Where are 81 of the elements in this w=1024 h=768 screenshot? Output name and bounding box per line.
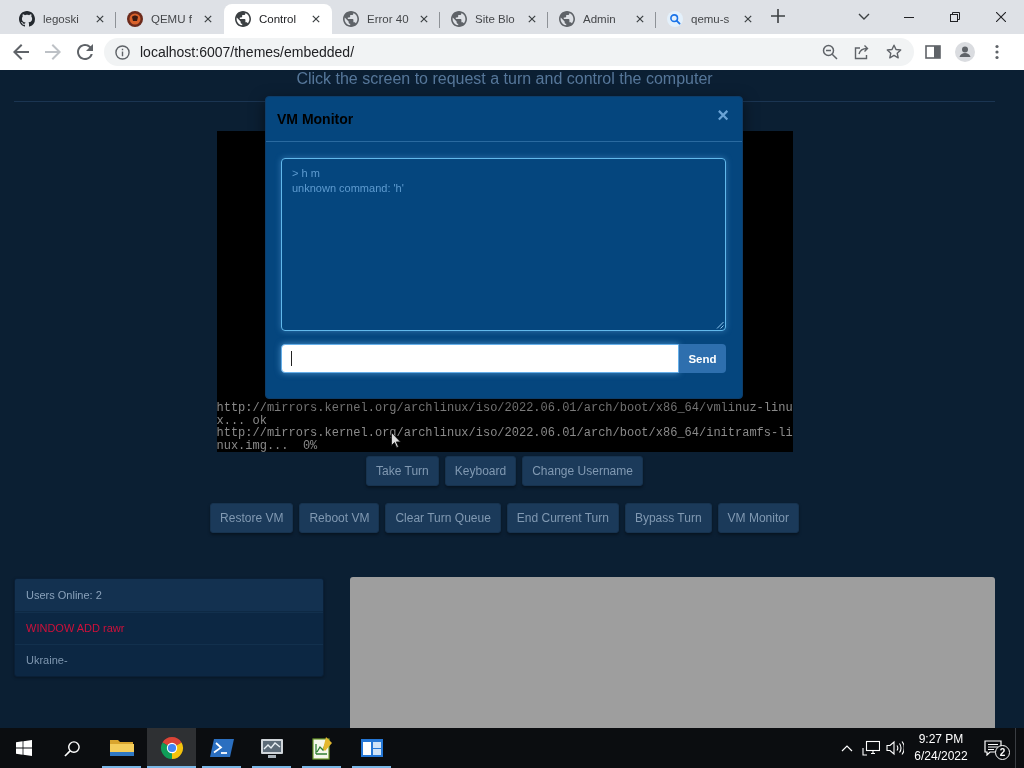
globe-icon <box>235 11 251 27</box>
monitor-log-line: unknown command: 'h' <box>292 181 405 196</box>
speaker-icon <box>886 740 904 756</box>
person-avatar-icon <box>955 42 975 62</box>
browser-tab[interactable]: Site Blo <box>440 4 548 34</box>
close-dialog-button[interactable]: × <box>715 105 731 125</box>
dialog-title: VM Monitor <box>277 111 354 127</box>
globe-icon <box>559 11 575 27</box>
message-bubble-icon <box>984 740 1002 756</box>
browser-tab[interactable]: Error 40 <box>332 4 440 34</box>
user-list-item[interactable]: WINDOW ADD rawr <box>15 612 323 644</box>
command-input[interactable] <box>281 344 679 373</box>
browser-tab[interactable]: Admin <box>548 4 656 34</box>
arrow-right-icon <box>45 44 61 60</box>
network-icon <box>862 740 880 756</box>
browser-tab[interactable]: qemu-s <box>656 4 764 34</box>
share-icon <box>854 44 870 60</box>
terminal-line: http://mirrors.kernel.org/archlinux/iso/2022.06.01/arch/boot/x86_64/vmlinuz-linu <box>216 402 793 415</box>
close-icon <box>312 15 320 23</box>
round-logo-icon <box>127 11 143 27</box>
text-caret-icon <box>291 351 292 366</box>
globe-icon <box>343 11 359 27</box>
browser-icon <box>159 736 184 760</box>
clock-time: 9:27 PM <box>918 731 964 748</box>
admin-button[interactable]: Reboot VM <box>299 503 380 533</box>
notification-count: 2 <box>995 745 1010 760</box>
close-icon <box>420 15 428 23</box>
kebab-menu-icon <box>995 44 999 60</box>
resize-grip-icon[interactable] <box>716 321 724 329</box>
clock-date: 6/24/2022 <box>914 748 968 765</box>
windows-logo-icon <box>16 740 32 756</box>
terminal-line: http://mirrors.kernel.org/archlinux/iso/2022.06.01/arch/boot/x86_64/initramfs-li <box>216 427 793 440</box>
monitor-chart-icon <box>259 737 284 759</box>
admin-button[interactable]: VM Monitor <box>717 503 799 533</box>
vm-control-button[interactable]: Keyboard <box>444 456 517 486</box>
close-icon <box>996 12 1006 22</box>
folder-icon <box>109 738 134 758</box>
close-icon <box>204 15 212 23</box>
minimize-icon <box>904 16 914 18</box>
chart-document-icon <box>310 736 333 760</box>
browser-tab[interactable]: Control <box>224 4 332 34</box>
info-icon <box>115 44 130 60</box>
address-bar[interactable]: localhost:6007/themes/embedded/ <box>104 38 914 66</box>
close-icon <box>96 15 104 23</box>
cat-logo-icon <box>19 11 35 27</box>
monitor-output-field[interactable]: > h m unknown command: 'h' <box>281 158 726 331</box>
vm-control-button[interactable]: Change Username <box>522 456 643 486</box>
window-icon <box>359 738 384 758</box>
restore-icon <box>950 12 960 22</box>
close-icon <box>528 15 536 23</box>
url-text: localhost:6007/themes/embedded/ <box>140 44 356 60</box>
arrow-left-icon <box>13 44 29 60</box>
star-icon <box>886 44 902 60</box>
users-online-header: Users Online: 2 <box>15 579 323 612</box>
plus-icon <box>771 9 785 23</box>
chevron-down-icon <box>858 13 870 21</box>
zoom-out-icon <box>822 44 838 60</box>
notifications-button[interactable]: 2 <box>971 728 1015 768</box>
vm-control-button[interactable]: Take Turn <box>366 456 439 486</box>
globe-icon <box>451 11 467 27</box>
browser-tab[interactable]: QEMU f <box>116 4 224 34</box>
close-icon <box>636 15 644 23</box>
turn-hint-text: Click the screen to request a turn and control the computer <box>295 70 714 88</box>
search-icon <box>667 11 683 27</box>
admin-button[interactable]: Bypass Turn <box>624 503 712 533</box>
taskbar-app-button[interactable] <box>147 728 196 768</box>
search-icon <box>63 739 81 757</box>
admin-button[interactable]: Restore VM <box>210 503 294 533</box>
chevron-up-icon <box>841 744 853 752</box>
terminal-line: x... ok <box>216 414 267 427</box>
reload-icon <box>77 44 93 60</box>
admin-button[interactable]: End Current Turn <box>506 503 619 533</box>
close-icon <box>744 15 752 23</box>
browser-tab[interactable]: legoski <box>8 4 116 34</box>
user-list-item[interactable]: Ukraine- <box>15 644 323 676</box>
terminal-icon <box>209 738 234 758</box>
terminal-line: nux.img... 0% <box>216 439 318 452</box>
monitor-log-line: > h m <box>292 166 321 181</box>
side-panel-icon <box>925 45 941 59</box>
admin-button[interactable]: Clear Turn Queue <box>385 503 501 533</box>
send-button[interactable]: Send <box>679 344 726 373</box>
